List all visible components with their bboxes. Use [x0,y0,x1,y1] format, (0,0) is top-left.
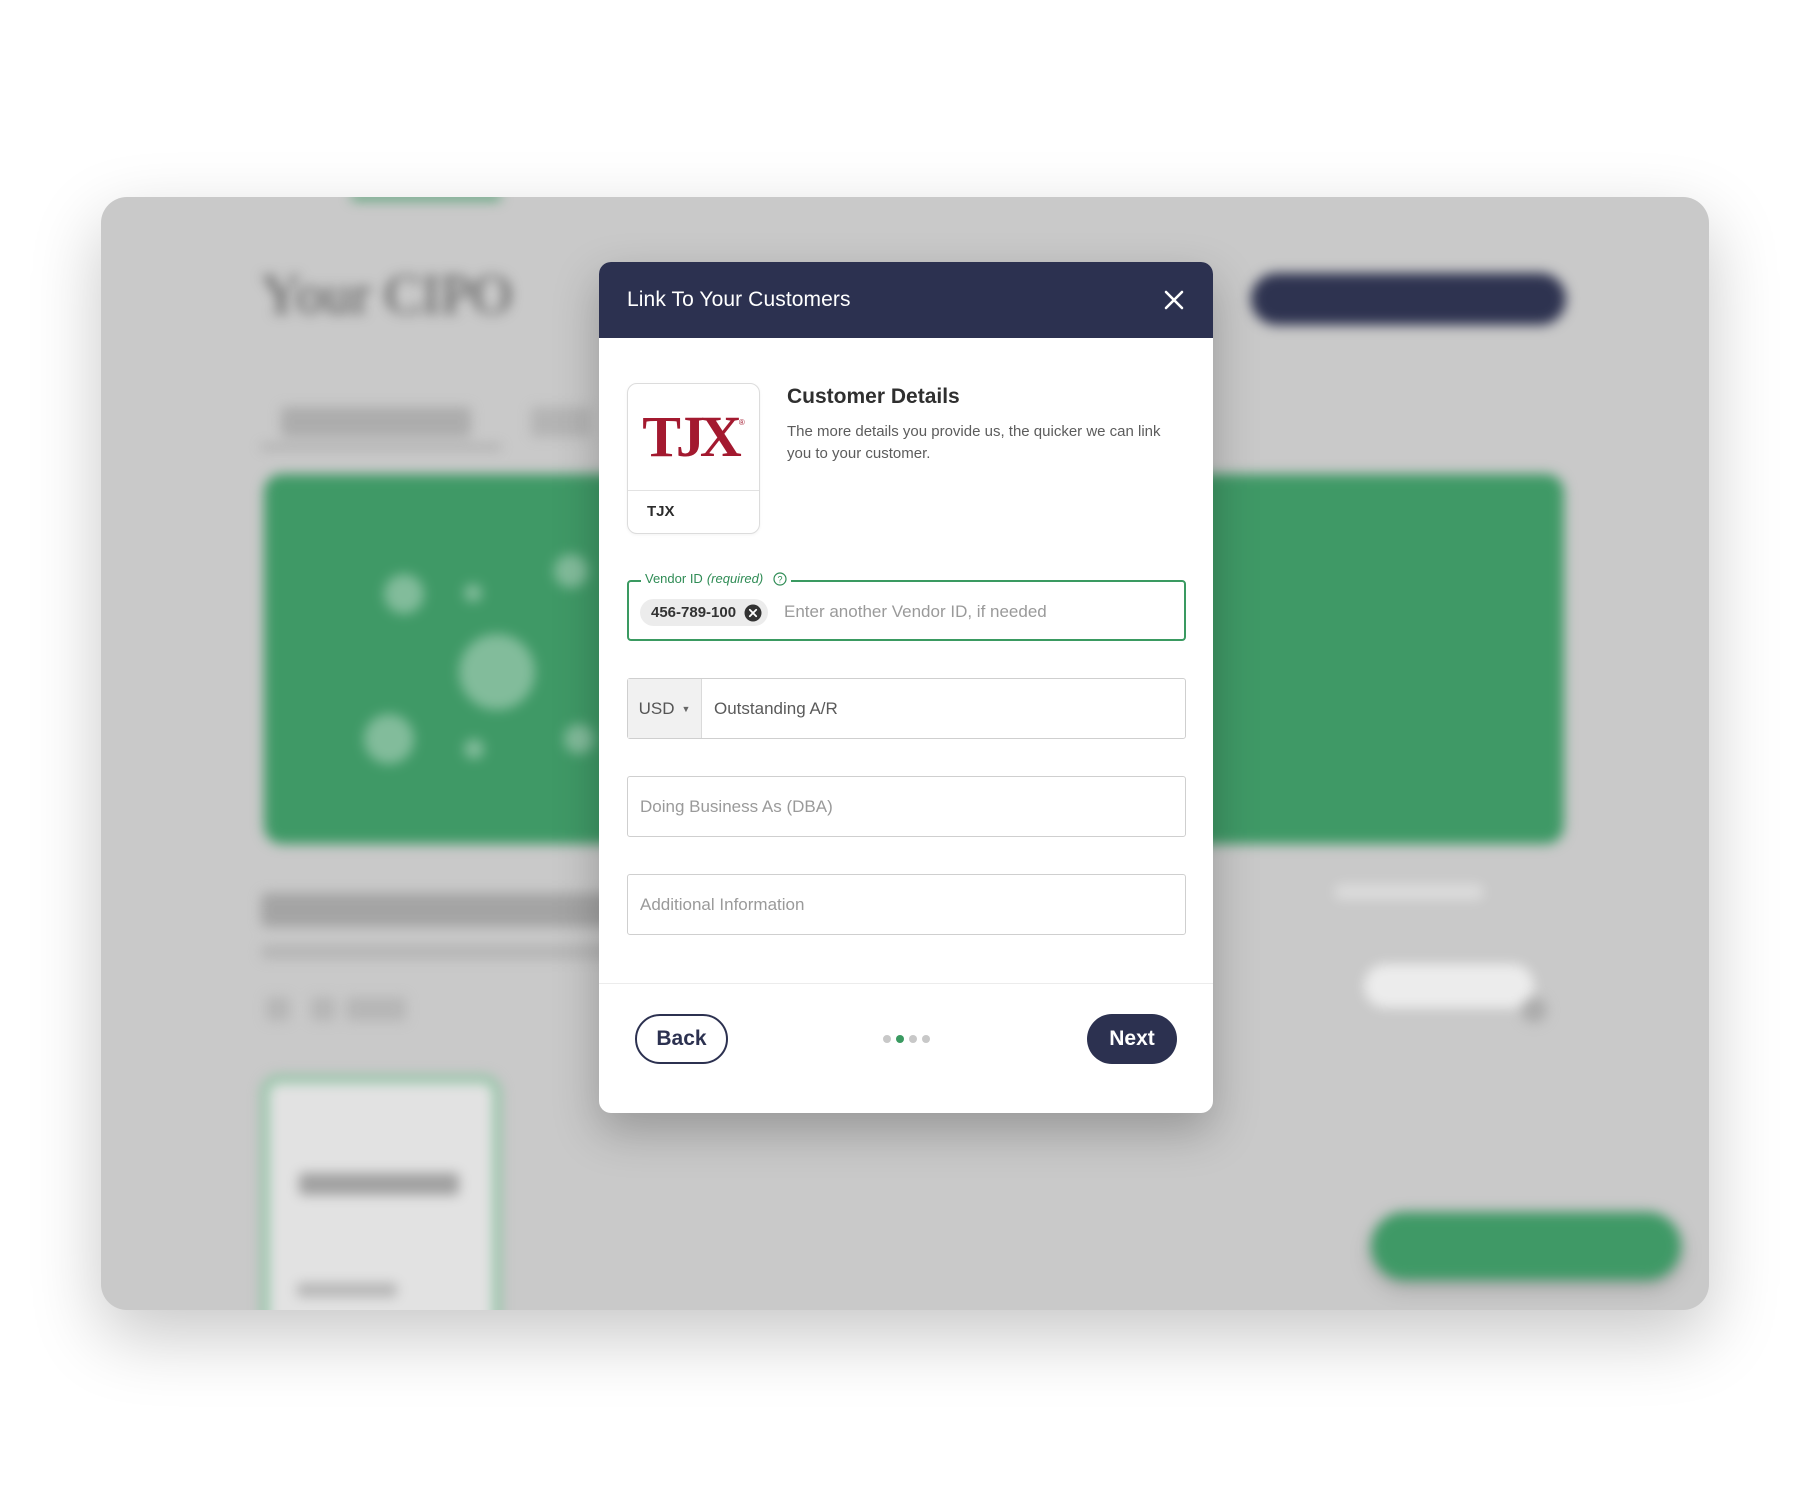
step-dot-active [896,1035,904,1043]
additional-info-input[interactable] [628,875,1185,934]
vendor-id-label-text: Vendor ID [645,571,703,586]
vendor-id-field[interactable]: Vendor ID (required) ? 456-789-100 [627,571,1186,641]
background-customer-card [261,1075,501,1310]
link-customers-modal: Link To Your Customers TJX ® TJX Custome… [599,262,1213,1113]
currency-select[interactable]: USD ▼ [628,679,702,738]
outstanding-ar-field: USD ▼ [627,678,1186,739]
customer-details: TJX ® TJX Customer Details The more deta… [627,383,1177,534]
customer-logo-card: TJX ® TJX [627,383,760,534]
additional-info-field [627,874,1186,935]
vendor-id-chip: 456-789-100 [640,599,769,626]
svg-text:?: ? [778,574,783,584]
remove-circle-icon[interactable] [744,604,762,622]
step-indicator [883,1035,930,1043]
step-dot [922,1035,930,1043]
vendor-id-chip-label: 456-789-100 [651,604,737,621]
modal-title: Link To Your Customers [627,288,851,311]
outstanding-ar-input[interactable] [702,679,1185,738]
modal-header: Link To Your Customers [599,262,1213,338]
step-dot [909,1035,917,1043]
background-page-title: Your CIPO [261,264,513,326]
vendor-id-label: Vendor ID (required) ? [641,571,792,586]
customer-details-text: Customer Details The more details you pr… [787,385,1177,534]
customer-logo: TJX ® [628,384,759,491]
next-button[interactable]: Next [1087,1014,1177,1064]
registered-mark-icon: ® [738,418,745,427]
help-circle-icon[interactable]: ? [773,571,787,586]
step-dot [883,1035,891,1043]
dba-field [627,776,1186,837]
caret-down-icon: ▼ [681,703,691,714]
modal-footer: Back Next [599,983,1213,1113]
section-description: The more details you provide us, the qui… [787,423,1161,462]
close-icon[interactable] [1161,287,1187,313]
dba-input[interactable] [628,777,1185,836]
vendor-id-input[interactable] [784,596,1174,628]
background-header-button [1251,273,1566,325]
customer-name: TJX [647,503,675,520]
back-button[interactable]: Back [635,1014,728,1064]
tjx-logo-text: TJX [642,404,742,469]
required-label: (required) [706,571,764,586]
background-fab-button [1371,1212,1681,1280]
section-title: Customer Details [787,385,960,408]
currency-value: USD [638,698,675,718]
